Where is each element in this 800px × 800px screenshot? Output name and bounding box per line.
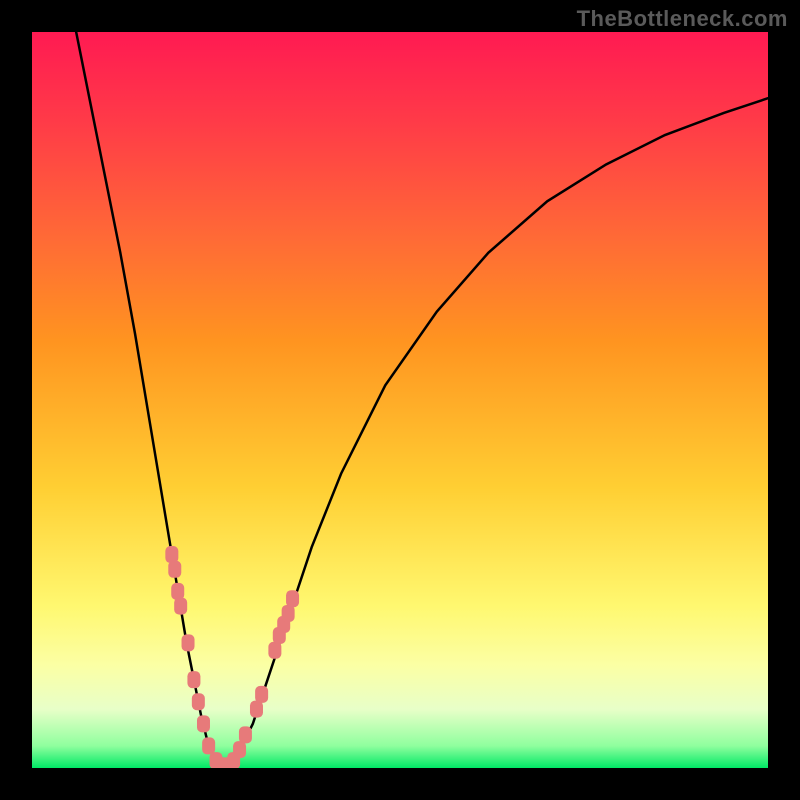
chart-svg bbox=[32, 32, 768, 768]
data-marker bbox=[197, 715, 210, 732]
data-marker bbox=[168, 561, 181, 578]
data-marker bbox=[187, 671, 200, 688]
data-marker bbox=[174, 598, 187, 615]
watermark-text: TheBottleneck.com bbox=[577, 6, 788, 32]
data-marker bbox=[286, 590, 299, 607]
data-marker bbox=[182, 634, 195, 651]
data-marker bbox=[239, 726, 252, 743]
data-marker bbox=[233, 741, 246, 758]
data-marker bbox=[165, 546, 178, 563]
data-marker bbox=[171, 583, 184, 600]
data-marker bbox=[192, 693, 205, 710]
curve-layer bbox=[76, 32, 768, 768]
data-marker bbox=[202, 737, 215, 754]
data-marker bbox=[268, 642, 281, 659]
chart-frame: TheBottleneck.com bbox=[0, 0, 800, 800]
data-marker bbox=[250, 701, 263, 718]
chart-plot-area bbox=[32, 32, 768, 768]
marker-layer bbox=[165, 546, 299, 768]
bottleneck-curve bbox=[76, 32, 768, 768]
data-marker bbox=[255, 686, 268, 703]
data-marker bbox=[282, 605, 295, 622]
